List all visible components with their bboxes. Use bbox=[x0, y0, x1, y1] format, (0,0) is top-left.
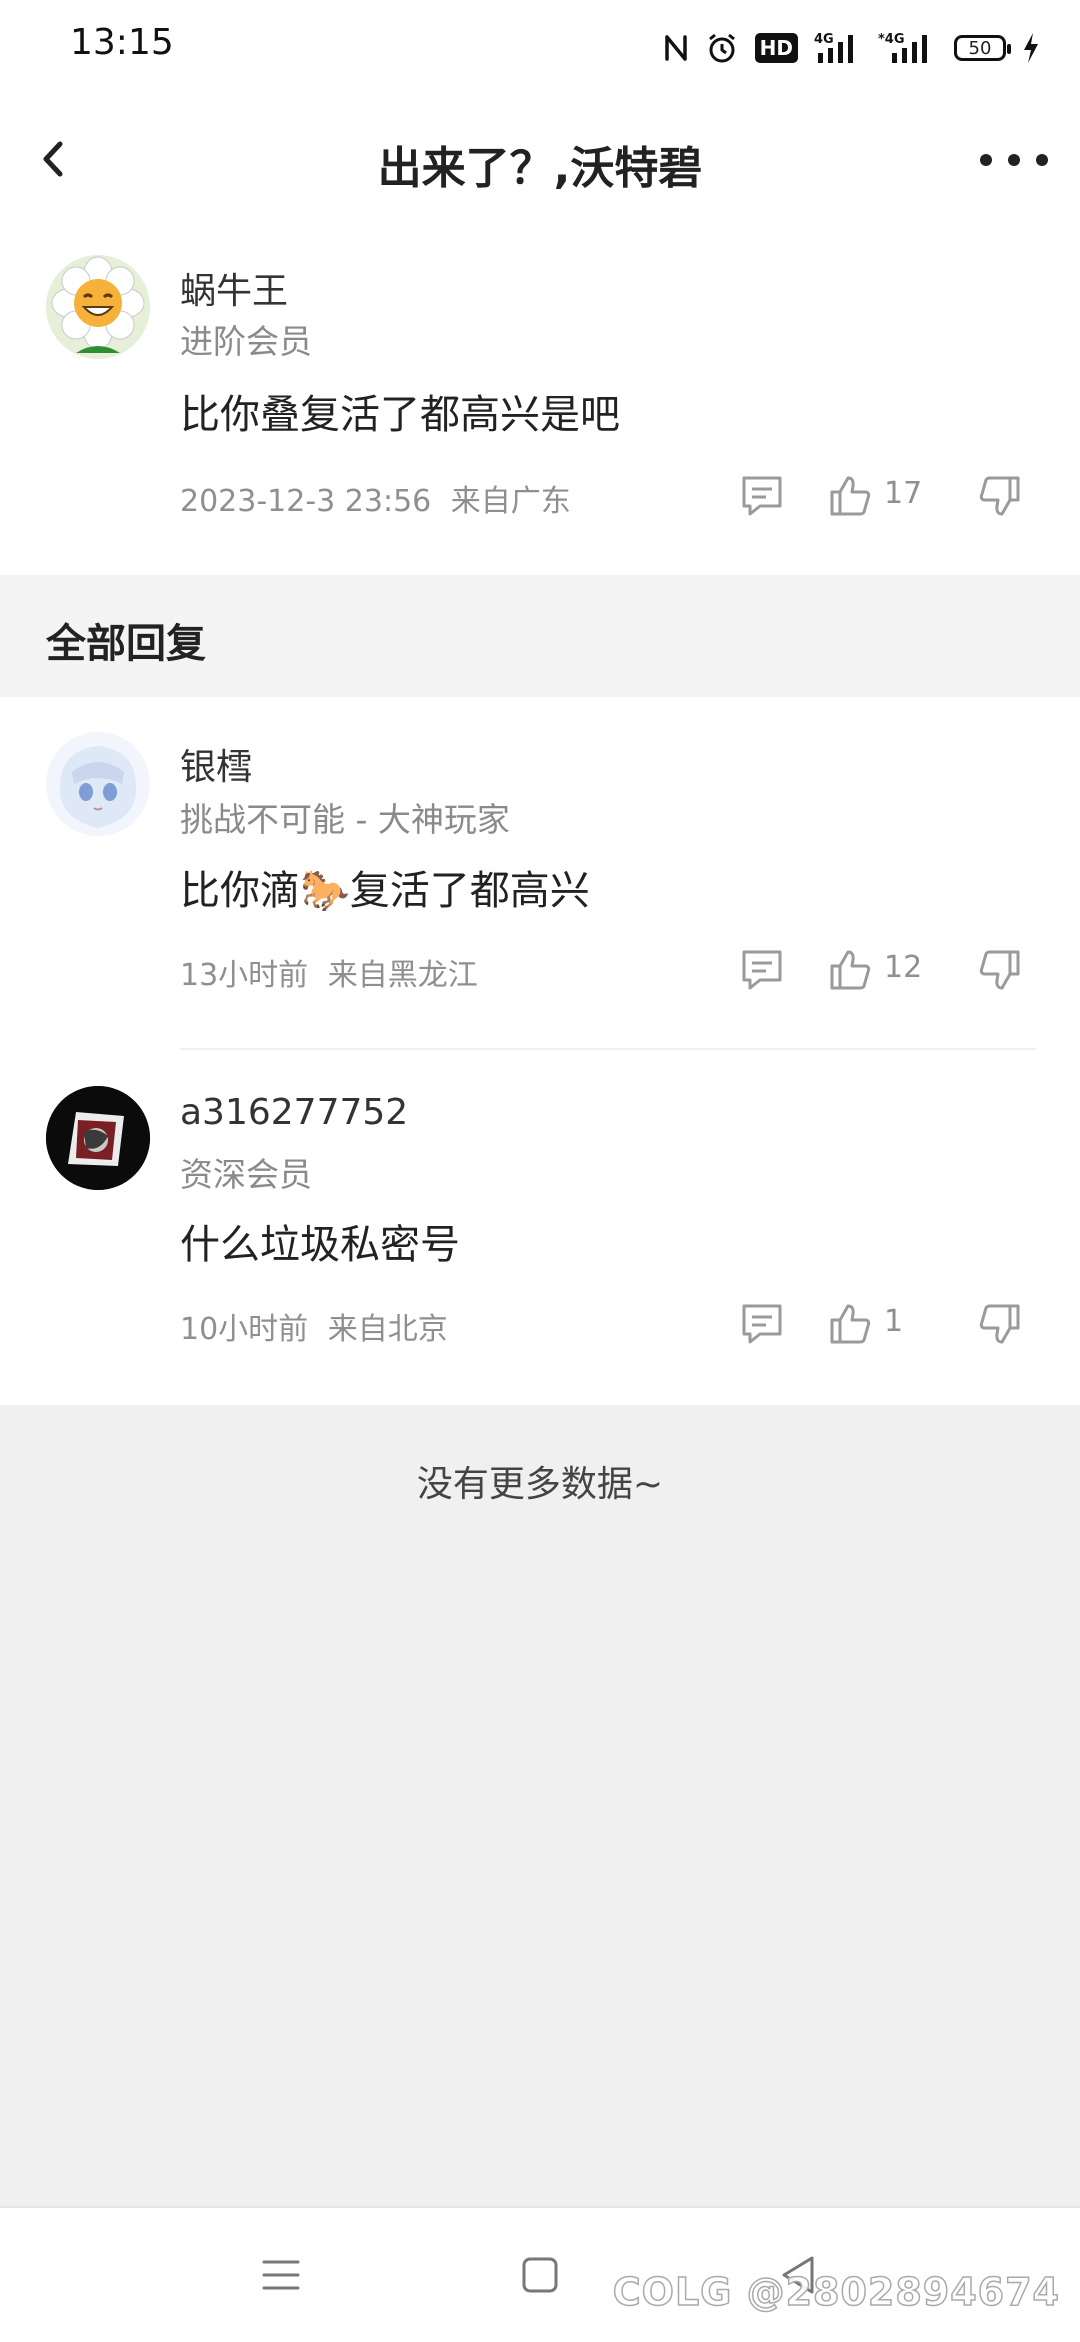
dark-fan-avatar-icon bbox=[46, 1086, 150, 1190]
content-card: 13:15 HD 4G *4G 50 出来了？,沃特碧 蜗牛王 进阶会员 比你叠… bbox=[0, 0, 1080, 1405]
page-title: 出来了？,沃特碧 bbox=[377, 143, 703, 194]
avatar[interactable] bbox=[46, 1086, 150, 1190]
divider bbox=[180, 1048, 1036, 1050]
thumbs-down-icon bbox=[979, 476, 1020, 516]
signal-icon: 4G bbox=[814, 31, 862, 65]
hd-icon: HD bbox=[754, 33, 798, 63]
reply-button[interactable] bbox=[738, 946, 786, 994]
comment-text: 什么垃圾私密号 bbox=[180, 1222, 460, 1268]
recent-apps-button[interactable] bbox=[258, 2252, 304, 2298]
comment-icon bbox=[742, 1304, 782, 1344]
comment-time: 13小时前 bbox=[180, 958, 309, 993]
section-title: 全部回复 bbox=[46, 621, 206, 667]
charging-icon bbox=[1022, 32, 1040, 64]
menu-icon bbox=[262, 2260, 300, 2290]
comment-icon bbox=[742, 950, 782, 990]
comment-text: 比你滴🐎复活了都高兴 bbox=[180, 858, 590, 916]
like-button[interactable] bbox=[826, 1300, 874, 1348]
user-tag: 进阶会员 bbox=[180, 322, 312, 361]
reply-button[interactable] bbox=[738, 1300, 786, 1348]
comment-location: 来自广东 bbox=[450, 484, 571, 519]
section-header: 全部回复 bbox=[0, 575, 1080, 697]
thumbs-up-icon bbox=[830, 1304, 871, 1344]
thumbs-up-icon bbox=[830, 476, 871, 516]
thumbs-down-icon bbox=[979, 950, 1020, 990]
comment-meta: 10小时前 来自北京 bbox=[180, 1304, 448, 1348]
username[interactable]: 银樰 bbox=[180, 738, 252, 790]
status-bar: 13:15 HD 4G *4G 50 bbox=[0, 0, 1080, 96]
comment-location: 来自北京 bbox=[327, 1312, 448, 1347]
username[interactable]: 蜗牛王 bbox=[180, 262, 288, 314]
signal-icon: *4G bbox=[878, 31, 938, 65]
comment-text-part: 复活了都高兴 bbox=[349, 868, 590, 914]
svg-text:4G: 4G bbox=[814, 32, 834, 47]
dislike-button[interactable] bbox=[976, 472, 1024, 520]
nfc-icon bbox=[663, 33, 689, 63]
comment-time: 2023-12-3 23:56 bbox=[180, 484, 432, 519]
reply-item: 银樰 挑战不可能 - 大神玩家 比你滴🐎复活了都高兴 13小时前 来自黑龙江 1… bbox=[0, 728, 1080, 1050]
more-options-button[interactable] bbox=[976, 140, 1052, 180]
home-square-icon bbox=[522, 2257, 558, 2293]
thumbs-down-icon bbox=[979, 1304, 1020, 1344]
user-tag: 资深会员 bbox=[180, 1155, 312, 1194]
like-button[interactable] bbox=[826, 472, 874, 520]
comment-meta: 2023-12-3 23:56 来自广东 bbox=[180, 476, 571, 520]
like-count: 12 bbox=[884, 950, 923, 985]
status-time: 13:15 bbox=[70, 22, 174, 63]
comment-meta: 13小时前 来自黑龙江 bbox=[180, 950, 478, 994]
horse-emoji: 🐎 bbox=[300, 868, 350, 914]
more-horizontal-icon bbox=[980, 154, 1048, 166]
watermark: COLG @2802894674 bbox=[612, 2269, 1060, 2315]
original-comment: 蜗牛王 进阶会员 比你叠复活了都高兴是吧 2023-12-3 23:56 来自广… bbox=[0, 252, 1080, 572]
app-header: 出来了？,沃特碧 bbox=[0, 110, 1080, 210]
comment-text-part: 比你滴 bbox=[180, 868, 300, 914]
comment-text: 比你叠复活了都高兴是吧 bbox=[180, 392, 620, 438]
dislike-button[interactable] bbox=[976, 946, 1024, 994]
thumbs-up-icon bbox=[830, 950, 871, 990]
svg-text:*4G: *4G bbox=[878, 32, 905, 47]
smiling-flower-avatar-icon bbox=[46, 255, 150, 359]
status-icons: HD 4G *4G 50 bbox=[663, 26, 1040, 70]
like-count: 17 bbox=[884, 476, 923, 511]
comment-location: 来自黑龙江 bbox=[327, 958, 478, 993]
reply-button[interactable] bbox=[738, 472, 786, 520]
dislike-button[interactable] bbox=[976, 1300, 1024, 1348]
home-button[interactable] bbox=[517, 2252, 563, 2298]
user-tag: 挑战不可能 - 大神玩家 bbox=[180, 800, 510, 839]
no-more-data: 没有更多数据~ bbox=[416, 1464, 664, 1505]
anime-girl-avatar-icon bbox=[46, 732, 150, 836]
battery-icon: 50 bbox=[954, 35, 1011, 61]
avatar[interactable] bbox=[46, 732, 150, 836]
avatar[interactable] bbox=[46, 255, 150, 359]
comment-icon bbox=[742, 476, 782, 516]
alarm-icon bbox=[705, 31, 739, 65]
like-button[interactable] bbox=[826, 946, 874, 994]
username[interactable]: a316277752 bbox=[180, 1092, 408, 1133]
reply-item: a316277752 资深会员 什么垃圾私密号 10小时前 来自北京 1 bbox=[0, 1082, 1080, 1402]
like-count: 1 bbox=[884, 1304, 904, 1339]
comment-time: 10小时前 bbox=[180, 1312, 309, 1347]
